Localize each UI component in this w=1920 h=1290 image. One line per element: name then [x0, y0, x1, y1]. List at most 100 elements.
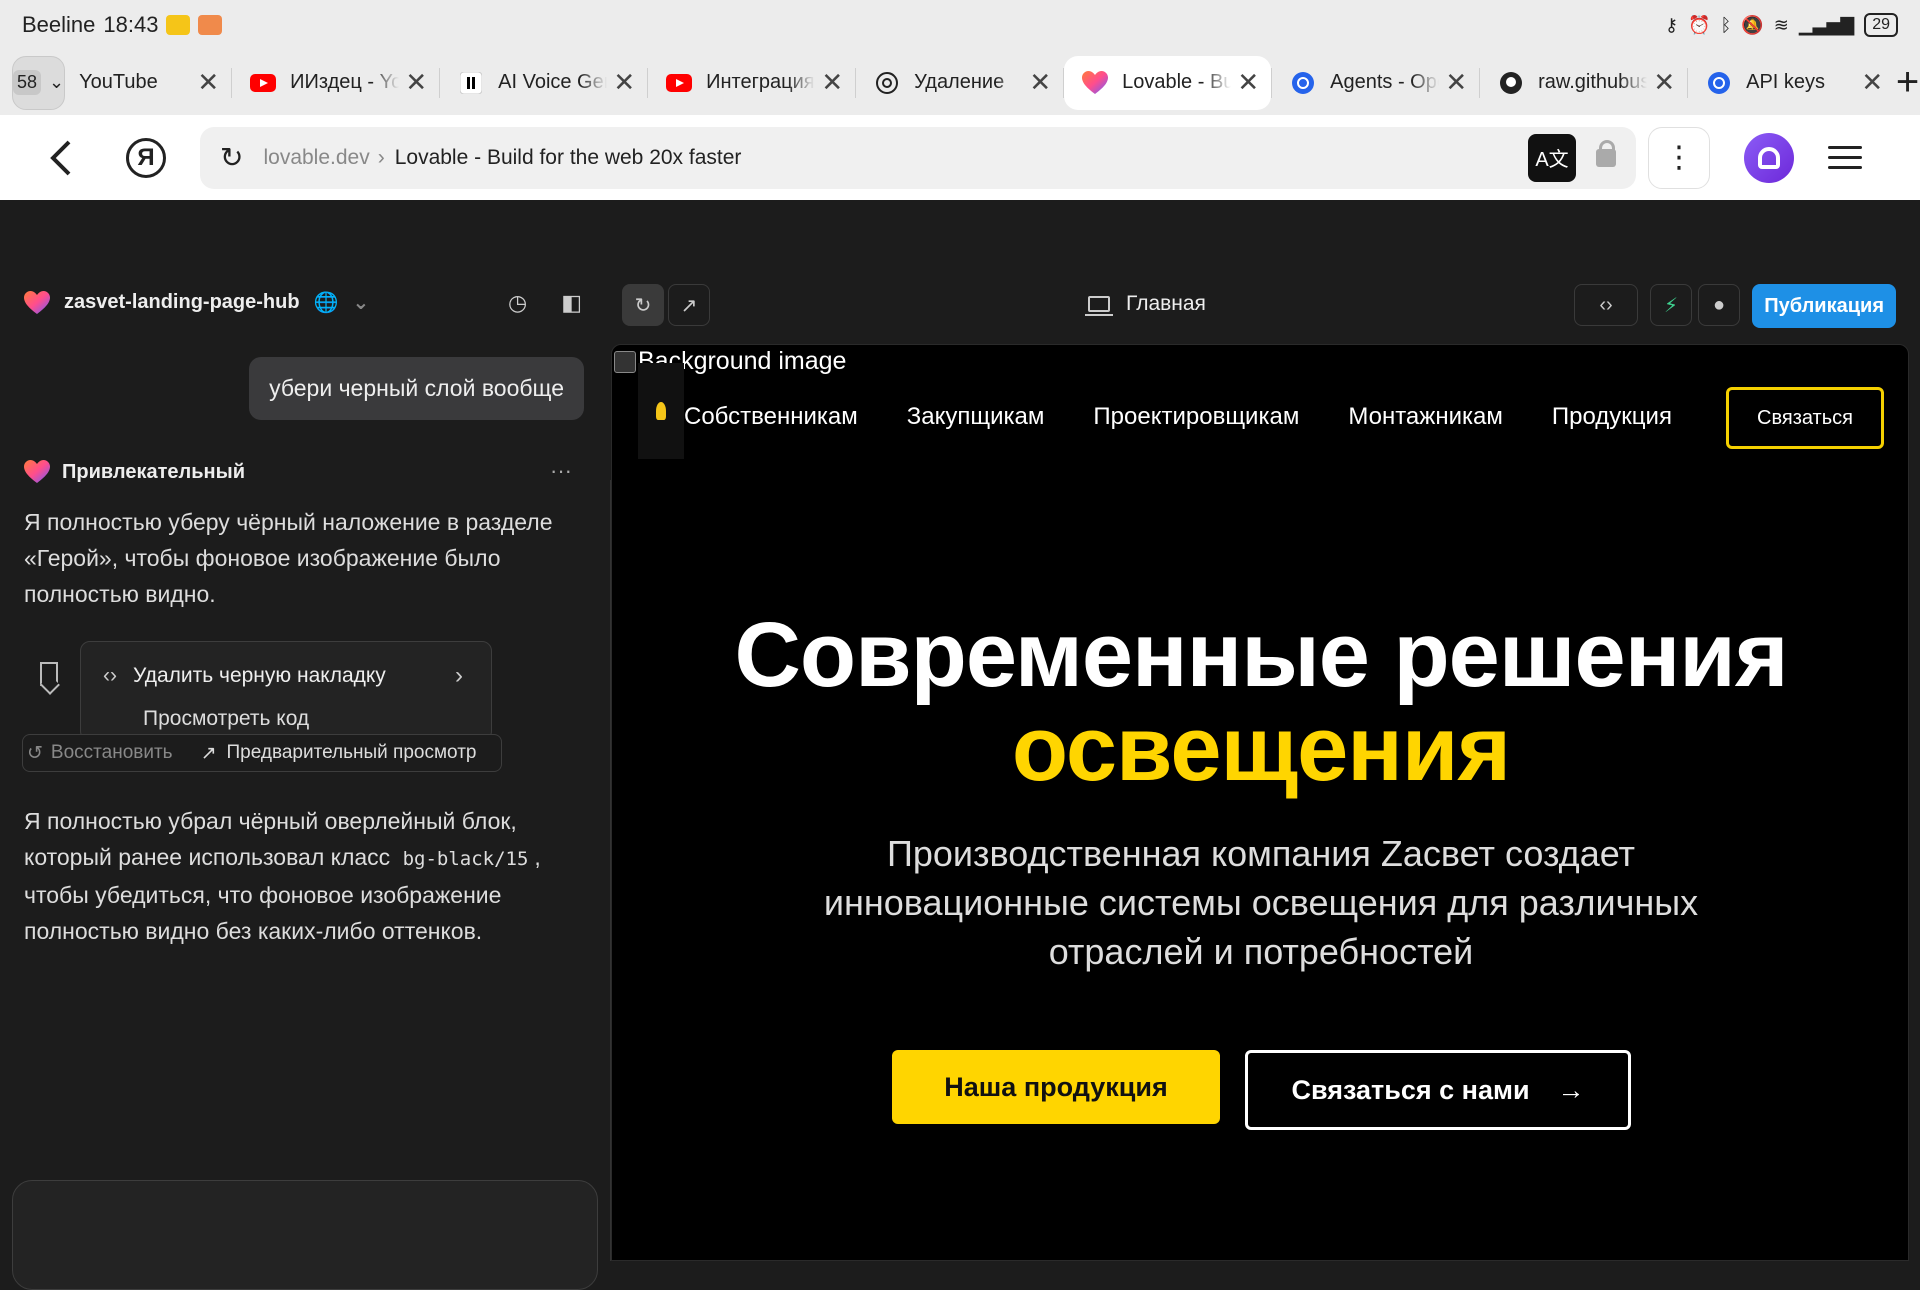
contact-us-label: Связаться с нами: [1291, 1074, 1530, 1105]
close-icon[interactable]: ✕: [1445, 67, 1467, 98]
yandex-logo-icon[interactable]: Я: [126, 137, 166, 178]
supabase-button[interactable]: ⚡: [1650, 284, 1692, 326]
products-button[interactable]: Наша продукция: [892, 1050, 1220, 1124]
site-nav-item[interactable]: Монтажникам: [1348, 403, 1503, 431]
translate-icon[interactable]: A文: [1528, 133, 1576, 182]
github-icon: [1498, 70, 1524, 96]
view-code-link[interactable]: Просмотреть код: [143, 707, 309, 731]
browser-tab[interactable]: Интеграция ✕: [648, 56, 855, 110]
lovable-app: zasvet-landing-page-hub 🌐 ⌄ ◷ ◧ убери че…: [0, 200, 1920, 1290]
publish-button[interactable]: Публикация: [1752, 284, 1896, 328]
close-icon[interactable]: ✕: [405, 67, 427, 98]
browser-tab[interactable]: AI Voice Generator ✕: [440, 56, 647, 110]
tab-title: Интеграция: [706, 71, 815, 93]
address-bar[interactable]: ↻ lovable.dev › Lovable - Build for the …: [200, 126, 1636, 189]
close-icon[interactable]: ✕: [821, 67, 843, 98]
browser-tab[interactable]: YouTube ✕: [71, 56, 231, 110]
tab-count: 58: [13, 70, 42, 95]
browser-tab[interactable]: Lovable - Build✕: [1064, 55, 1272, 110]
reload-icon[interactable]: ↻: [220, 141, 243, 174]
github-button[interactable]: ●: [1698, 284, 1740, 326]
preview-button[interactable]: ↗ Предварительный просмотр: [201, 742, 477, 765]
alarm-icon: ⏰: [1688, 14, 1711, 35]
chevron-right-icon[interactable]: ›: [455, 662, 463, 690]
refresh-icon: ↻: [634, 294, 652, 317]
mute-icon: 🔕: [1741, 14, 1764, 35]
restore-label: Восстановить: [50, 742, 173, 763]
browser-tab[interactable]: ИИздец - YouTube✕: [232, 56, 439, 110]
site-nav-item[interactable]: Продукция: [1552, 403, 1672, 431]
preview-label: Предварительный просмотр: [226, 742, 477, 763]
chat-sidebar: zasvet-landing-page-hub 🌐 ⌄ ◷ ◧ убери че…: [0, 200, 610, 1290]
tab-title: AI Voice Generator: [498, 71, 607, 93]
preview-toolbar: ↻ ↗ Главная ‹› ⚡ ● Публикация: [610, 280, 1920, 340]
chevron-down-icon: ⌄: [352, 292, 370, 314]
site-nav: Собственникам Закупщикам Проектировщикам Мо…: [684, 403, 1672, 431]
signal-icon: ▁▃▅▇: [1798, 14, 1855, 35]
code-view-button[interactable]: ‹›: [1574, 284, 1638, 326]
url-separator: ›: [377, 145, 385, 169]
browser-tab[interactable]: Agents - OpenAI ✕: [1272, 56, 1479, 110]
hero-title: Современные решения: [734, 604, 1788, 706]
carrier-name: Beeline: [22, 12, 96, 37]
code-icon: ‹›: [103, 664, 117, 687]
alice-assistant-icon[interactable]: [1744, 132, 1794, 183]
tab-count-button[interactable]: 58 ⌄: [12, 55, 66, 110]
globe-icon: 🌐: [313, 292, 339, 314]
page-switcher[interactable]: Главная: [1085, 292, 1206, 316]
tab-title: Agents - OpenAI: [1330, 71, 1439, 93]
desktop-icon: [1085, 296, 1113, 316]
more-menu-button[interactable]: ⋮: [1648, 126, 1710, 189]
back-button[interactable]: [0, 138, 120, 178]
new-tab-button[interactable]: +: [1895, 56, 1920, 110]
tab-title: YouTube: [79, 71, 158, 93]
site-nav-item[interactable]: Проектировщикам: [1093, 403, 1299, 431]
site-nav-item[interactable]: Закупщикам: [907, 403, 1045, 431]
close-icon[interactable]: ✕: [1237, 67, 1259, 98]
tab-title: Lovable - Build: [1122, 71, 1232, 93]
youtube-icon: [666, 70, 693, 96]
lock-icon[interactable]: [1596, 139, 1616, 167]
hero-subtitle: Производственная компания Zacвет создает…: [823, 833, 1699, 972]
site-nav-item[interactable]: Собственникам: [684, 403, 858, 431]
bookmark-icon[interactable]: [40, 662, 58, 686]
status-bar: Beeline 18:43 ⚷ ⏰ ᛒ 🔕 ≋ ▁▃▅▇ 29: [0, 0, 1920, 50]
arrow-up-right-icon: ↗: [680, 294, 698, 317]
browser-tab[interactable]: raw.githubusercontent✕: [1480, 56, 1687, 110]
sidebar-toggle-icon[interactable]: ◧: [561, 290, 582, 316]
hero-title-accent: освещения: [1011, 698, 1511, 800]
close-icon[interactable]: ✕: [613, 67, 635, 98]
open-new-window-button[interactable]: ↗: [668, 284, 710, 326]
version-actions: ↺ Восстановить ↗ Предварительный просмот…: [22, 734, 502, 772]
back-arrow-icon: [50, 140, 71, 175]
history-icon[interactable]: ◷: [508, 290, 527, 316]
restore-button[interactable]: ↺ Восстановить: [27, 742, 173, 765]
project-name: zasvet-landing-page-hub: [64, 291, 300, 313]
close-icon[interactable]: ✕: [1653, 67, 1675, 98]
broken-image-icon: [614, 350, 636, 373]
key-icon: ⚷: [1664, 14, 1679, 35]
close-icon[interactable]: ✕: [1861, 67, 1883, 98]
inline-code: bg-black/15: [396, 848, 535, 870]
address-row: Я ↻ lovable.dev › Lovable - Build for th…: [0, 115, 1920, 200]
code-icon: ‹›: [1599, 293, 1613, 316]
project-selector[interactable]: zasvet-landing-page-hub 🌐 ⌄: [24, 290, 369, 315]
bluetooth-icon: ᛒ: [1720, 14, 1732, 35]
edit-action-card[interactable]: ‹› Удалить черную накладку › Просмотреть…: [80, 641, 492, 741]
browser-tab[interactable]: Удаление ✕: [856, 56, 1063, 110]
message-more-button[interactable]: ···: [550, 458, 572, 484]
hamburger-menu-icon[interactable]: [1828, 146, 1862, 169]
tab-title: API keys: [1746, 71, 1826, 93]
youtube-icon: [250, 70, 277, 96]
browser-tab[interactable]: API keys ✕: [1688, 56, 1895, 110]
contact-us-button[interactable]: Связаться с нами →: [1245, 1050, 1631, 1130]
status-right: ⚷ ⏰ ᛒ 🔕 ≋ ▁▃▅▇ 29: [1665, 13, 1898, 37]
close-icon[interactable]: ✕: [1029, 67, 1051, 98]
arrow-up-right-icon: ↗: [200, 742, 217, 764]
site-logo[interactable]: [638, 363, 684, 459]
refresh-preview-button[interactable]: ↻: [622, 284, 664, 326]
contact-nav-button[interactable]: Связаться: [1726, 387, 1884, 449]
action-title: Удалить черную накладку: [133, 664, 386, 687]
close-icon[interactable]: ✕: [197, 67, 219, 98]
chat-composer[interactable]: [12, 1180, 598, 1290]
